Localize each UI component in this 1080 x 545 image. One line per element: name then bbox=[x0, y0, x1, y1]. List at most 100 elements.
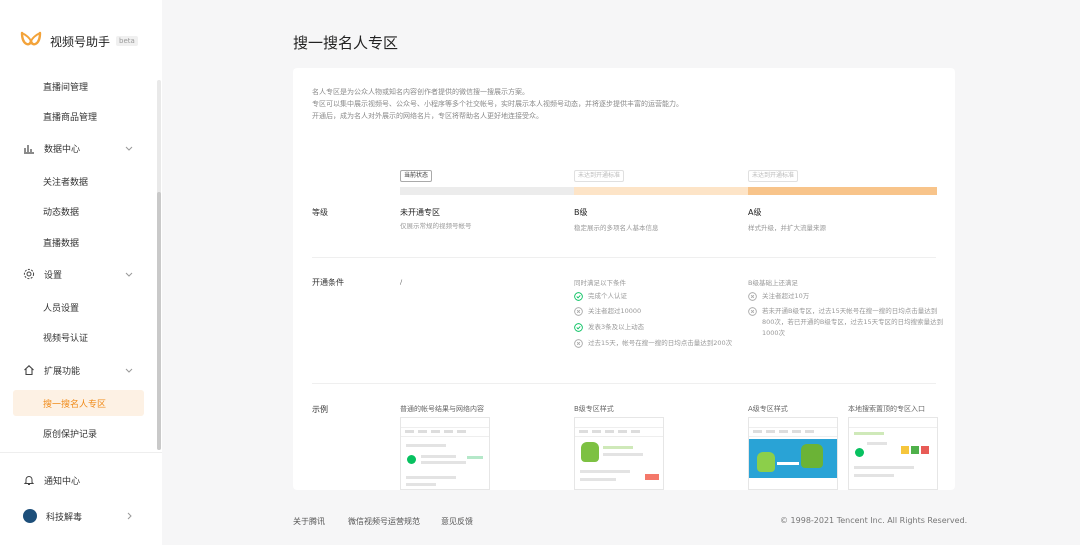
divider bbox=[312, 383, 936, 384]
sidebar-item-post-data[interactable]: 动态数据 bbox=[13, 198, 144, 224]
chevron-down-icon bbox=[125, 272, 133, 277]
sidebar-item-label: 搜一搜名人专区 bbox=[43, 399, 107, 410]
intro-line: 开通后，成为名人对外展示的网络名片，专区将帮助名人更好地连接受众。 bbox=[312, 112, 543, 120]
x-circle-icon bbox=[574, 339, 583, 348]
intro-line: 专区可以集中展示视频号、公众号、小程序等多个社交帐号，实时展示本人视频号动态，并… bbox=[312, 100, 683, 108]
intro-text: 名人专区是为公众人物或知名内容创作者提供的微信搜一搜展示方案。 专区可以集中展示… bbox=[312, 86, 683, 122]
condition-item: 若未开通B级专区，过去15天帐号在搜一搜的日均点击量达到800次，若已开通的B级… bbox=[748, 306, 948, 339]
avatar bbox=[23, 509, 37, 523]
sidebar-item-verification[interactable]: 视频号认证 bbox=[13, 324, 144, 350]
intro-line: 名人专区是为公众人物或知名内容创作者提供的微信搜一搜展示方案。 bbox=[312, 88, 529, 96]
sidebar-item-label: 人员设置 bbox=[43, 303, 80, 314]
example-label: 本地搜索置顶的专区入口 bbox=[848, 405, 925, 413]
frog-avatar-icon bbox=[801, 444, 823, 468]
bell-icon bbox=[23, 476, 35, 485]
conditions-none: / bbox=[400, 278, 403, 286]
level-none-desc: 仅展示常规的视频号帐号 bbox=[400, 222, 472, 230]
example-label: 普通的帐号结果与网络内容 bbox=[400, 405, 484, 413]
sidebar-item-staff-settings[interactable]: 人员设置 bbox=[13, 294, 144, 320]
level-a-desc: 样式升级，并扩大流量来源 bbox=[748, 224, 826, 232]
condition-item: 完成个人认证 bbox=[574, 291, 728, 302]
sidebar-item-live-goods[interactable]: 直播商品管理 bbox=[13, 103, 144, 129]
footer-link-feedback[interactable]: 意见反馈 bbox=[441, 516, 473, 527]
sidebar: 视频号助手 beta 直播间管理 直播商品管理 数据中心 关注者数据 动态数据 … bbox=[0, 0, 162, 545]
wechat-icon bbox=[855, 448, 864, 457]
conditions-a-header: B级基础上还满足 bbox=[748, 279, 798, 287]
check-circle-icon bbox=[574, 292, 583, 301]
sidebar-divider bbox=[0, 452, 162, 453]
sidebar-item-label: 动态数据 bbox=[43, 207, 80, 218]
x-circle-icon bbox=[748, 292, 757, 301]
condition-text: 发表3条及以上动态 bbox=[588, 323, 645, 331]
check-circle-icon bbox=[574, 323, 583, 332]
chevron-right-icon bbox=[127, 512, 132, 520]
row-label-examples: 示例 bbox=[312, 405, 328, 414]
account-menu[interactable]: 科技解毒 bbox=[13, 503, 144, 529]
sidebar-group-extensions[interactable]: 扩展功能 bbox=[13, 357, 144, 383]
sidebar-group-data-center[interactable]: 数据中心 bbox=[13, 135, 144, 161]
sidebar-item-label: 原创保护记录 bbox=[43, 429, 98, 440]
condition-text: 完成个人认证 bbox=[588, 292, 627, 300]
logo-icon bbox=[20, 31, 42, 46]
home-icon bbox=[24, 365, 34, 376]
sidebar-item-live-room[interactable]: 直播间管理 bbox=[13, 73, 144, 99]
example-thumbnail-b[interactable] bbox=[574, 417, 664, 490]
wechat-icon bbox=[407, 455, 416, 464]
app-logo[interactable]: 视频号助手 beta bbox=[20, 30, 138, 52]
frog-avatar-icon bbox=[581, 442, 599, 462]
gear-icon bbox=[23, 268, 35, 280]
copyright: © 1998-2021 Tencent Inc. All Rights Rese… bbox=[780, 516, 968, 525]
example-label: A级专区样式 bbox=[748, 405, 788, 413]
sidebar-item-live-data[interactable]: 直播数据 bbox=[13, 229, 144, 255]
sidebar-item-notifications[interactable]: 通知中心 bbox=[13, 467, 144, 493]
sidebar-group-label: 扩展功能 bbox=[44, 366, 81, 377]
sidebar-scrollbar-thumb[interactable] bbox=[157, 192, 161, 450]
condition-text: 关注者超过10000 bbox=[588, 307, 642, 315]
level-a-title: A级 bbox=[748, 208, 762, 217]
x-circle-icon bbox=[748, 307, 757, 316]
chevron-down-icon bbox=[125, 368, 133, 373]
example-thumbnail-local[interactable] bbox=[848, 417, 938, 490]
footer-link-about[interactable]: 关于腾讯 bbox=[293, 516, 325, 527]
sidebar-item-celebrity-zone[interactable]: 搜一搜名人专区 bbox=[13, 390, 144, 416]
divider bbox=[312, 257, 936, 258]
condition-text: 若未开通B级专区，过去15天帐号在搜一搜的日均点击量达到800次，若已开通的B级… bbox=[762, 307, 944, 337]
progress-segment-a bbox=[748, 187, 937, 195]
row-label-level: 等级 bbox=[312, 208, 328, 217]
status-tag-b: 未达到开通标准 bbox=[574, 170, 625, 182]
progress-segment-b bbox=[574, 187, 748, 195]
footer-link-rules[interactable]: 微信视频号运营规范 bbox=[348, 516, 420, 527]
sidebar-item-label: 视频号认证 bbox=[43, 333, 89, 344]
sidebar-item-label: 通知中心 bbox=[44, 476, 81, 487]
example-thumbnail-normal[interactable] bbox=[400, 417, 490, 490]
sidebar-item-label: 直播间管理 bbox=[43, 82, 89, 93]
sidebar-item-label: 关注者数据 bbox=[43, 177, 89, 188]
sidebar-group-label: 设置 bbox=[44, 270, 63, 281]
sidebar-group-settings[interactable]: 设置 bbox=[13, 261, 144, 287]
sidebar-item-label: 直播商品管理 bbox=[43, 112, 98, 123]
condition-text: 关注者超过10万 bbox=[762, 292, 810, 300]
condition-item: 过去15天，帐号在搜一搜的日均点击量达到200次 bbox=[574, 338, 738, 349]
beta-badge: beta bbox=[116, 36, 138, 46]
condition-text: 过去15天，帐号在搜一搜的日均点击量达到200次 bbox=[588, 339, 733, 347]
sidebar-item-original-protection[interactable]: 原创保护记录 bbox=[13, 420, 144, 446]
example-thumbnail-a[interactable] bbox=[748, 417, 838, 490]
level-none-title: 未开通专区 bbox=[400, 208, 440, 217]
bar-chart-icon bbox=[24, 145, 34, 154]
row-label-conditions: 开通条件 bbox=[312, 278, 344, 287]
condition-item: 发表3条及以上动态 bbox=[574, 322, 728, 333]
conditions-b-header: 同时满足以下条件 bbox=[574, 279, 626, 287]
sidebar-group-label: 数据中心 bbox=[44, 144, 81, 155]
status-tag-a: 未达到开通标准 bbox=[748, 170, 799, 182]
page-title: 搜一搜名人专区 bbox=[293, 34, 399, 52]
sidebar-item-label: 直播数据 bbox=[43, 238, 80, 249]
sidebar-item-follower-data[interactable]: 关注者数据 bbox=[13, 168, 144, 194]
frog-avatar-icon bbox=[757, 452, 775, 472]
condition-item: 关注者超过10万 bbox=[748, 291, 902, 302]
condition-item: 关注者超过10000 bbox=[574, 306, 728, 317]
sidebar-scrollbar[interactable] bbox=[157, 80, 161, 450]
example-label: B级专区样式 bbox=[574, 405, 614, 413]
chevron-down-icon bbox=[125, 146, 133, 151]
level-b-desc: 稳定展示的多项名人基本信息 bbox=[574, 224, 659, 232]
status-tag-current: 当前状态 bbox=[400, 170, 433, 182]
